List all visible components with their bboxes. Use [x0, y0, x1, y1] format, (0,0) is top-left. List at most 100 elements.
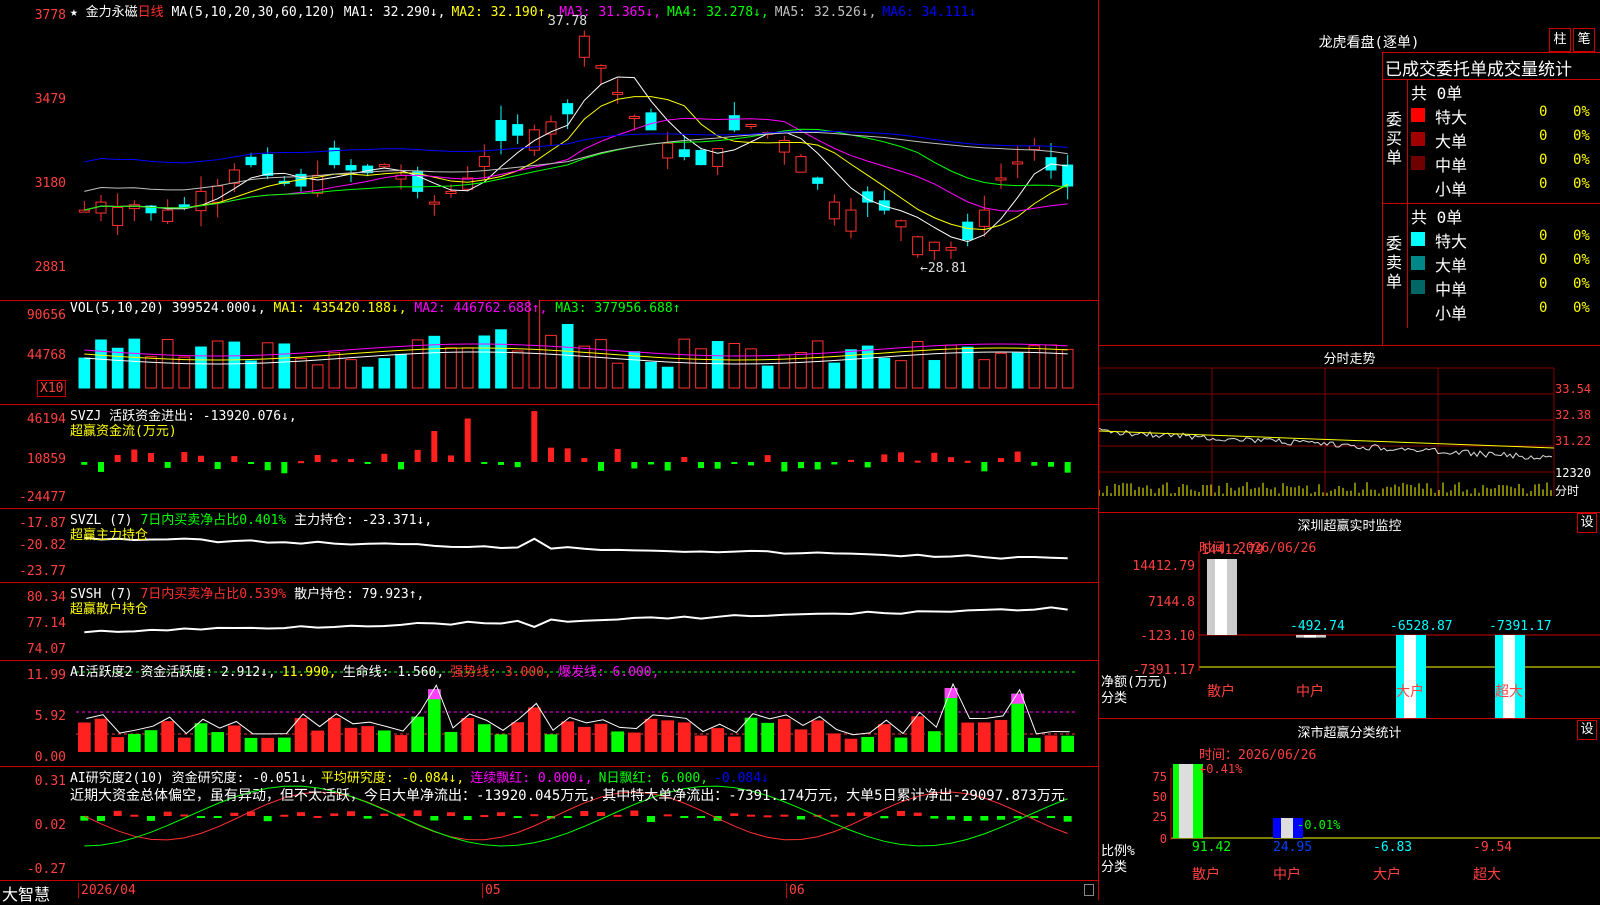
ai1-value: 生命线: 1.560,	[342, 665, 445, 680]
ratio-chart[interactable]	[1099, 718, 1600, 900]
activity-bar	[761, 722, 774, 752]
net-bar-highlight	[1304, 635, 1316, 638]
svsh-panel[interactable]: SVSH (7) 7日内买卖净占比0.539% 散户持仓: 79.923↑, 超…	[0, 582, 1098, 661]
volume-bar	[978, 359, 991, 389]
axis-label: 44768	[26, 348, 66, 363]
flow-bar	[448, 455, 454, 462]
ai1-value: 资金活跃度: 2.912↓,	[140, 665, 276, 680]
realtime-monitor-panel[interactable]: 深圳超赢实时监控 设 时间：2026/06/26 14412.79 7144.8…	[1099, 511, 1600, 719]
bar-mode-button[interactable]: 柱	[1549, 28, 1571, 52]
axis-label: 3479	[34, 92, 66, 107]
monitor-axis-label: -123.10	[1140, 629, 1195, 644]
buy-total: 共 0单	[1411, 84, 1463, 103]
volume-bar	[311, 364, 324, 389]
volume-panel[interactable]: VOL(5,10,20) 399524.000↓, MA1: 435420.18…	[0, 300, 1098, 405]
ai-activity-panel[interactable]: AI活跃度2 资金活跃度: 2.912↓, 11.990, 生命线: 1.560, 强…	[0, 660, 1098, 767]
flow-bar	[248, 462, 254, 464]
order-count: 0	[1539, 104, 1548, 120]
flow-bar	[531, 411, 538, 462]
ai-research-panel[interactable]: AI研究度2(10) 资金研究度: -0.051↓, 平均研究度: -0.084↓…	[0, 766, 1098, 880]
ma-value: MA6: 34.111↓	[882, 5, 977, 20]
svzj-panel[interactable]: SVZJ 活跃资金进出: -13920.076↓, 超赢资金流(万元) 4619…	[0, 404, 1098, 509]
star-icon[interactable]: ★	[70, 5, 78, 20]
period-label[interactable]: 日线	[138, 5, 164, 20]
category-label: 超大	[1495, 684, 1523, 700]
volume-bar	[178, 356, 191, 389]
main-chart-panel[interactable]: ★ 金力永磁日线 MA(5,10,20,30,60,120) MA1: 32.2…	[0, 0, 1098, 301]
ma-values: MA1: 32.290↓, MA2: 32.190↑, MA3: 31.365↓, M…	[344, 5, 983, 20]
time-label-start: 2026/04	[78, 883, 136, 898]
axis-label: -17.87	[19, 516, 66, 531]
flow-bar	[731, 462, 738, 464]
candle	[78, 209, 90, 213]
category-label: 大户	[1396, 684, 1424, 700]
ai1-values: 资金活跃度: 2.912↓, 11.990, 生命线: 1.560, 强势线: 3.0…	[140, 665, 665, 680]
activity-bar	[678, 722, 691, 752]
research-bar	[497, 812, 505, 816]
candle	[995, 177, 1007, 181]
buy-section: 委买单 共 0单 特大 0 0% 大单 0 0% 中单 0 0% 小单 0 0%	[1383, 79, 1600, 204]
order-stats-header[interactable]: 已成交委托单成交量统计	[1385, 55, 1572, 80]
activity-bar	[161, 721, 174, 752]
candle	[1028, 145, 1040, 151]
activity-bar	[728, 736, 741, 752]
intraday-chart[interactable]	[1099, 346, 1600, 512]
research-bar	[330, 813, 339, 816]
flow-bar	[998, 458, 1004, 462]
flow-bar	[848, 459, 854, 462]
volume-bar	[628, 351, 641, 389]
flow-bar	[348, 459, 354, 462]
svzl-desc1: 7日内买卖净占比0.401%	[140, 513, 287, 528]
lock-icon[interactable]	[1084, 884, 1094, 896]
time-axis-bar: 大智慧 2026/04 05 06	[0, 880, 1098, 904]
flow-bar	[264, 462, 271, 471]
color-swatch	[1411, 180, 1425, 194]
research-bar	[313, 815, 322, 818]
flow-bar	[948, 457, 954, 462]
svzl-panel[interactable]: SVZL (7) 7日内买卖净占比0.401% 主力持仓: -23.371↓, …	[0, 508, 1098, 583]
activity-bar	[961, 722, 974, 752]
category-stats-panel[interactable]: 深市超赢分类统计 设 时间：2026/06/26 +0.41% -0.01% 7…	[1099, 718, 1600, 900]
activity-bar	[661, 720, 674, 752]
axis-label: 2881	[34, 260, 66, 275]
research-bar	[147, 816, 155, 821]
activity-bar	[144, 730, 158, 752]
candle	[1062, 164, 1074, 187]
flow-bar	[281, 462, 288, 474]
candle	[628, 115, 640, 119]
activity-bar	[828, 733, 841, 752]
activity-bar	[711, 728, 724, 752]
order-percent: 0%	[1573, 176, 1590, 192]
net-amount-chart[interactable]	[1099, 511, 1600, 718]
activity-bar	[344, 727, 358, 752]
vol-ma3: MA3: 377956.688↑	[555, 301, 681, 316]
ai2-title: AI研究度2(10)	[70, 771, 164, 786]
ai2-value: 平均研究度: -0.084↓,	[320, 771, 465, 786]
svsh-subtitle: 超赢散户持仓	[70, 602, 149, 617]
ai1-header: AI活跃度2 资金活跃度: 2.912↓, 11.990, 生命线: 1.560, 强…	[70, 661, 665, 680]
research-bar	[780, 814, 789, 817]
axis-label: 77.14	[26, 616, 66, 631]
flow-bar	[314, 454, 321, 462]
ma-value: MA1: 32.290↓,	[343, 5, 446, 20]
research-bar	[230, 812, 239, 816]
candle	[612, 91, 624, 95]
ai2-value: N日飘红: 6.000,	[598, 771, 709, 786]
candle	[678, 149, 690, 158]
ai2-value: -0.084↓	[714, 771, 769, 786]
order-percent: 0%	[1573, 228, 1590, 244]
research-bar	[830, 814, 839, 817]
candle	[562, 103, 574, 115]
ai1-value: 强势线: 3.000,	[450, 665, 552, 680]
axis-label: 80.34	[26, 590, 66, 605]
candle	[595, 65, 607, 69]
ratio-value-label: 91.42	[1192, 840, 1232, 855]
activity-bar	[278, 737, 291, 752]
intraday-panel[interactable]: 分时走势 33.54 32.38 31.22 12320 分时	[1099, 345, 1600, 513]
flow-bar	[181, 452, 188, 462]
candlestick-chart[interactable]	[0, 0, 1098, 300]
candle	[695, 149, 707, 166]
flow-bar	[114, 454, 121, 462]
stats-axis-label: 75	[1152, 770, 1167, 784]
tick-mode-button[interactable]: 笔	[1573, 28, 1595, 52]
